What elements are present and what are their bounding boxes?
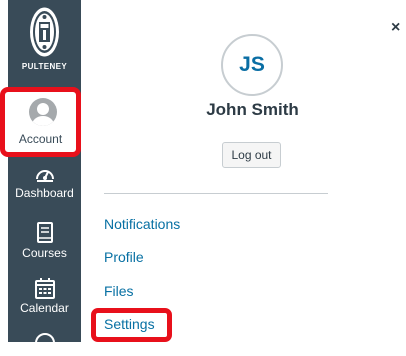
nav-item-partial[interactable] <box>8 332 81 356</box>
book-icon <box>36 222 53 243</box>
settings-highlight-box <box>91 308 172 342</box>
nav-item-courses[interactable]: Courses <box>8 222 81 260</box>
crest-icon <box>30 7 59 57</box>
nav-label-account: Account <box>18 132 63 146</box>
nav-item-calendar[interactable]: Calendar <box>8 278 81 315</box>
nav-item-dashboard[interactable]: Dashboard <box>8 164 81 200</box>
user-name: John Smith <box>206 100 299 119</box>
link-profile[interactable]: Profile <box>104 249 144 265</box>
nav-label-courses: Courses <box>22 246 67 260</box>
profile-avatar[interactable]: JS <box>221 34 283 96</box>
account-avatar-icon <box>29 98 57 126</box>
logo-text: PULTENEY <box>21 62 68 71</box>
global-nav: PULTENEY Dashboard Courses Calendar <box>8 0 81 353</box>
link-files[interactable]: Files <box>104 283 134 299</box>
dashboard-icon <box>35 170 54 182</box>
link-notifications[interactable]: Notifications <box>104 216 180 232</box>
nav-label-calendar: Calendar <box>20 301 69 315</box>
logout-button[interactable]: Log out <box>222 142 281 168</box>
nav-label-dashboard: Dashboard <box>15 186 74 200</box>
clock-icon <box>34 333 55 353</box>
divider <box>104 193 328 194</box>
close-icon[interactable]: × <box>391 20 400 36</box>
nav-item-account[interactable]: Account <box>0 87 81 157</box>
calendar-icon <box>34 278 55 299</box>
school-logo[interactable]: PULTENEY <box>8 0 81 80</box>
